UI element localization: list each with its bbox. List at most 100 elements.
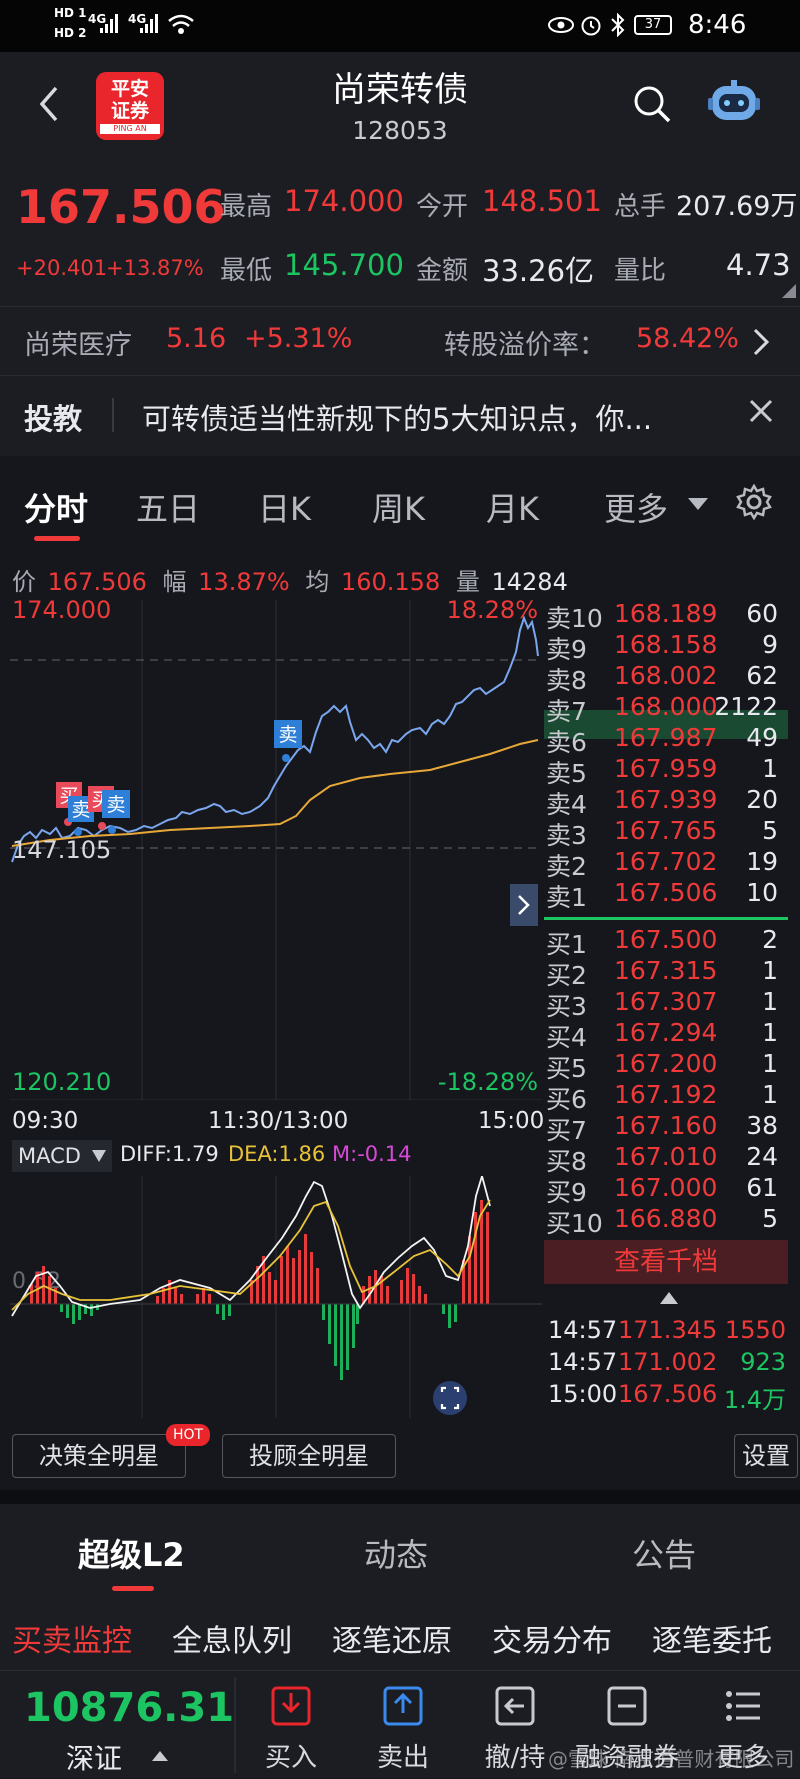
dropdown-icon[interactable] (688, 498, 708, 510)
ask-row[interactable]: 卖10 168.189 60 (546, 599, 790, 633)
nav-sell[interactable]: 卖出 (348, 1671, 458, 1779)
high-value: 174.000 (284, 184, 404, 218)
bid-price: 167.315 (614, 956, 718, 985)
trade-time: 14:57 (548, 1348, 618, 1376)
battery-level: 37 (644, 17, 662, 32)
price-change: +20.401 (16, 256, 108, 280)
bid-price: 167.500 (614, 925, 718, 954)
nav-buy[interactable]: 买入 (236, 1671, 346, 1779)
tab-more[interactable]: 更多 (604, 484, 668, 530)
more-icon (726, 1691, 760, 1721)
news-banner[interactable]: 投教 可转债适当性新规下的5大知识点，你... (0, 376, 800, 456)
tab-monthly-k[interactable]: 月K (486, 484, 539, 530)
ask-row[interactable]: 卖2 167.702 19 (546, 847, 790, 881)
info-price: 167.506 (47, 568, 147, 596)
bid-price: 167.000 (614, 1173, 718, 1202)
chart-bottom-price: 120.210 (12, 1068, 111, 1096)
subtab-tick-orders[interactable]: 逐笔委托 (652, 1616, 772, 1660)
sell-icon (383, 1686, 423, 1726)
subtab-tick-restore[interactable]: 逐笔还原 (332, 1616, 452, 1660)
chevron-right-icon[interactable] (752, 327, 770, 357)
bid-row[interactable]: 买4 167.294 1 (546, 1018, 790, 1052)
logo-line2: 证券 (110, 100, 149, 122)
ask-price: 167.959 (614, 754, 718, 783)
hot-badge: HOT (166, 1424, 210, 1446)
tab-announcements[interactable]: 公告 (632, 1530, 696, 1576)
tab-super-l2[interactable]: 超级L2 (78, 1530, 185, 1576)
bid-row[interactable]: 买6 167.192 1 (546, 1080, 790, 1114)
tab-weekly-k[interactable]: 周K (372, 484, 425, 530)
chart-tabs: 分时 五日 日K 周K 月K 更多 (0, 470, 800, 550)
macd-chart: 0.52 (10, 1176, 542, 1418)
macd-histogram (30, 1200, 489, 1380)
alarm-icon (581, 16, 601, 36)
expand-panel-button[interactable] (510, 884, 538, 926)
search-icon[interactable] (632, 84, 672, 124)
advisor-star-button[interactable]: 投顾全明星 (222, 1434, 396, 1478)
close-icon[interactable] (748, 398, 774, 424)
intraday-price-chart[interactable]: 174.000 18.28% 147.105 120.210 -18.28% 买… (10, 600, 542, 1100)
low-label: 最低 (220, 256, 273, 286)
price-change-pct: +13.87% (106, 256, 204, 280)
view-1000-levels-button[interactable]: 查看千档 (544, 1240, 788, 1284)
bid-row[interactable]: 买1 167.500 2 (546, 925, 790, 959)
macd-m: M:-0.14 (332, 1142, 412, 1166)
back-icon[interactable] (36, 84, 60, 124)
buy-icon (271, 1686, 311, 1726)
bid-row[interactable]: 买7 167.160 38 (546, 1111, 790, 1145)
ask-row[interactable]: 卖9 168.158 9 (546, 630, 790, 664)
low-value: 145.700 (284, 248, 404, 282)
ask-volume: 2122 (714, 692, 778, 721)
bid-volume: 2 (762, 925, 778, 954)
trade-price: 167.506 (618, 1380, 718, 1408)
macd-selector[interactable]: MACD (12, 1140, 112, 1172)
bid-price: 167.294 (614, 1018, 718, 1047)
bid-row[interactable]: 买2 167.315 1 (546, 956, 790, 990)
fullscreen-button[interactable] (433, 1381, 467, 1415)
bottom-trade-bar: 10876.31 深证 买入 卖出 撤/持 融资融券 更多 @雪球·南京道普财有… (0, 1670, 800, 1778)
collapse-up-icon[interactable] (660, 1292, 678, 1304)
tab-daily-k[interactable]: 日K (258, 484, 311, 530)
subtab-trade-distribution[interactable]: 交易分布 (492, 1616, 612, 1660)
subtab-full-queue[interactable]: 全息队列 (172, 1616, 292, 1660)
bid-row[interactable]: 买9 167.000 61 (546, 1173, 790, 1207)
decision-star-button[interactable]: 决策全明星 (12, 1434, 186, 1478)
ask-row[interactable]: 卖6 167.987 49 (546, 723, 790, 757)
settings-button[interactable]: 设置 (734, 1434, 798, 1478)
bid-row[interactable]: 买5 167.200 1 (546, 1049, 790, 1083)
bid-row[interactable]: 买3 167.307 1 (546, 987, 790, 1021)
bid-price: 167.200 (614, 1049, 718, 1078)
bid-row[interactable]: 买10 166.880 5 (546, 1204, 790, 1238)
chart-top-pct: 18.28% (446, 600, 538, 624)
ask-row[interactable]: 卖8 168.002 62 (546, 661, 790, 695)
ask-row[interactable]: 卖1 167.506 10 (546, 878, 790, 912)
ask-volume: 9 (762, 630, 778, 659)
tab-5day[interactable]: 五日 (136, 484, 200, 530)
bid-volume: 38 (746, 1111, 778, 1140)
info-range-label: 幅 (162, 568, 187, 596)
corner-arrow-icon (782, 284, 796, 298)
tab-intraday[interactable]: 分时 (24, 484, 88, 530)
bid-row[interactable]: 买8 167.010 24 (546, 1142, 790, 1176)
ask-row[interactable]: 卖7 168.000 2122 (546, 692, 790, 726)
ask-row[interactable]: 卖4 167.939 20 (546, 785, 790, 819)
intraday-info-line: 价 167.506 幅 13.87% 均 160.158 量 14284 (12, 562, 568, 597)
stock-name: 尚荣医疗 (24, 330, 132, 361)
robot-assistant-icon[interactable] (708, 78, 760, 126)
ask-volume: 1 (762, 754, 778, 783)
index-widget[interactable]: 10876.31 深证 (0, 1671, 234, 1779)
battery-icon: 37 (634, 15, 672, 35)
settings-gear-icon[interactable] (736, 484, 772, 520)
underlying-stock-row[interactable]: 尚荣医疗 5.16 +5.31% 转股溢价率： 58.42% (0, 306, 800, 376)
news-text[interactable]: 可转债适当性新规下的5大知识点，你... (142, 396, 652, 438)
bid-price: 166.880 (614, 1204, 718, 1233)
subtab-trade-monitor[interactable]: 买卖监控 (12, 1616, 132, 1660)
chart-bottom-pct: -18.28% (438, 1068, 538, 1096)
ask-row[interactable]: 卖3 167.765 5 (546, 816, 790, 850)
status-bar: HD 1 HD 2 4G 4G 37 8:46 (0, 0, 800, 52)
ask-row[interactable]: 卖5 167.959 1 (546, 754, 790, 788)
tab-dynamics[interactable]: 动态 (364, 1530, 428, 1576)
ask-volume: 60 (746, 599, 778, 628)
ask-volume: 19 (746, 847, 778, 876)
bid-price: 167.160 (614, 1111, 718, 1140)
